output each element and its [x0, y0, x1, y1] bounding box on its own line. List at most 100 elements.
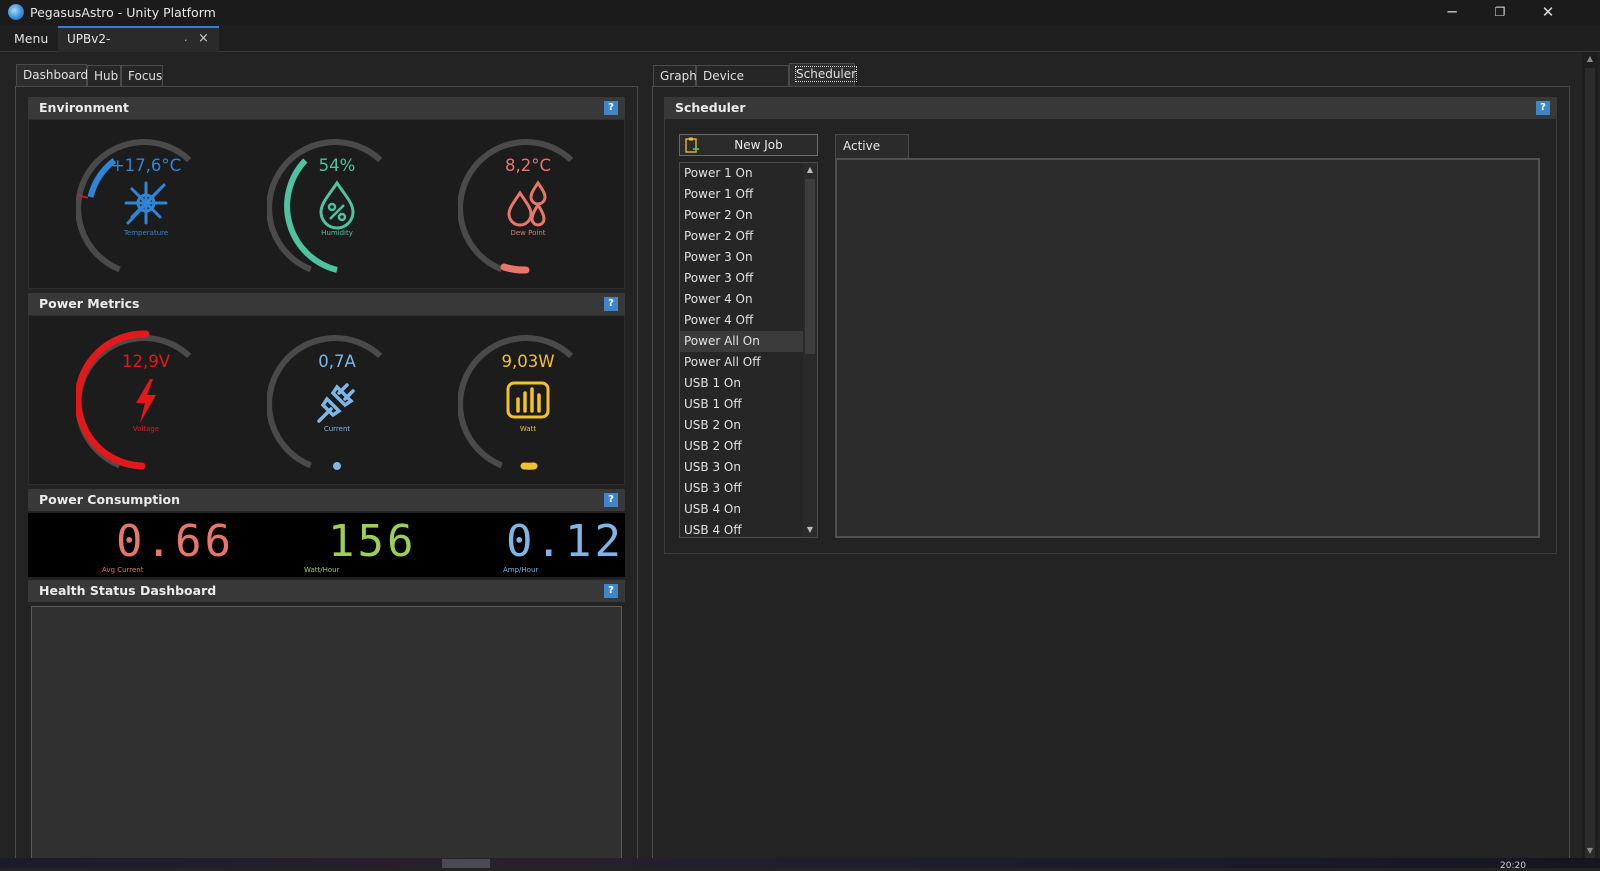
tab-graph[interactable]: Graph [653, 65, 697, 87]
main-scroll-up-arrow-icon[interactable]: ▲ [1583, 52, 1597, 66]
job-list-item[interactable]: Power 1 Off [680, 184, 803, 205]
job-list-item[interactable]: Power 1 On [680, 163, 803, 184]
watt-caption: Watt [519, 425, 537, 433]
power-consumption-display: 0.66 Avg Current 156 Watt/Hour 0.12 Amp/… [28, 513, 625, 577]
watt-hour-display: 156 [328, 516, 417, 567]
active-jobs-area [835, 158, 1540, 538]
new-job-label: New Job [734, 138, 783, 152]
tab-graph-label: Graph [660, 69, 697, 83]
job-list-item[interactable]: USB 2 On [680, 415, 803, 436]
job-list-item[interactable]: Power 3 On [680, 247, 803, 268]
tab-hub-label: Hub [94, 69, 119, 83]
scheduler-title: Scheduler [675, 100, 746, 115]
health-status-area [31, 606, 622, 868]
job-list-item[interactable]: Power All On [680, 331, 803, 352]
power-metrics-body: 12,9V Voltage 0,7A Current 9,03W Watt [28, 315, 625, 485]
document-tab-close-icon[interactable]: × [198, 31, 209, 46]
job-list-scrollbar[interactable]: ▲ ▼ [803, 163, 817, 537]
current-caption: Current [323, 425, 351, 433]
watt-gauge: 9,03W Watt [458, 330, 598, 470]
current-value: 0,7A [318, 352, 356, 371]
power-consumption-help-icon[interactable]: ? [604, 493, 618, 507]
main-scroll-down-arrow-icon[interactable]: ▼ [1583, 844, 1597, 858]
tab-device-settings[interactable]: Device Settings [696, 65, 789, 103]
job-list-item[interactable]: Power 2 Off [680, 226, 803, 247]
new-job-button[interactable]: New Job [679, 134, 818, 156]
tab-active-jobs[interactable]: Active Jobs [835, 134, 909, 175]
power-consumption-header: Power Consumption ? [28, 489, 625, 511]
tab-scheduler[interactable]: Scheduler [789, 63, 858, 86]
avg-current-display: 0.66 [116, 516, 234, 567]
power-metrics-help-icon[interactable]: ? [604, 297, 618, 311]
environment-body: +17,6°C Temperature 54% Humidity 8,2°C D… [28, 119, 625, 289]
menu-button[interactable]: Menu [6, 28, 56, 50]
title-bar: PegasusAstro - Unity Platform ─ ❐ ✕ [0, 0, 1600, 25]
document-tab[interactable]: UPBv2- . × [58, 26, 219, 52]
amp-hour-caption: Amp/Hour [503, 566, 539, 574]
scheduler-help-icon[interactable]: ? [1536, 101, 1550, 115]
job-list-item[interactable]: USB 1 On [680, 373, 803, 394]
watt-value: 9,03W [501, 352, 555, 371]
tab-dashboard[interactable]: Dashboard [16, 64, 89, 86]
scroll-up-arrow-icon[interactable]: ▲ [803, 163, 817, 177]
voltage-caption: Voltage [132, 425, 160, 433]
tab-hub[interactable]: Hub [87, 65, 121, 87]
humidity-drop-icon [319, 180, 355, 230]
voltage-gauge: 12,9V Voltage [76, 330, 216, 470]
taskbar-clock: 20:20 [1500, 861, 1526, 871]
job-list-item[interactable]: USB 3 On [680, 457, 803, 478]
dew-point-drops-icon [507, 180, 547, 227]
health-status-header: Health Status Dashboard ? [28, 580, 625, 602]
job-list-item[interactable]: USB 4 Off [680, 520, 803, 537]
dew-point-caption: Dew Point [510, 229, 546, 237]
environment-title: Environment [39, 100, 129, 115]
tab-focus-label: Focus [128, 69, 163, 83]
dew-point-gauge: 8,2°C Dew Point [458, 134, 598, 274]
amp-hour-display: 0.12 [506, 516, 624, 567]
health-status-help-icon[interactable]: ? [604, 584, 618, 598]
job-list-item[interactable]: USB 1 Off [680, 394, 803, 415]
power-consumption-title: Power Consumption [39, 492, 181, 507]
scheduler-header: Scheduler ? [664, 97, 1557, 119]
job-list-item[interactable]: Power All Off [680, 352, 803, 373]
tab-focus[interactable]: Focus [121, 65, 163, 87]
lightning-icon [136, 379, 156, 423]
current-gauge: 0,7A Current [267, 330, 407, 470]
health-status-title: Health Status Dashboard [39, 583, 217, 598]
environment-help-icon[interactable]: ? [604, 101, 618, 115]
scroll-down-arrow-icon[interactable]: ▼ [803, 523, 817, 537]
window-title: PegasusAstro - Unity Platform [30, 5, 216, 20]
taskbar-app-item[interactable] [442, 859, 490, 868]
avg-current-caption: Avg Current [102, 566, 144, 574]
job-list-item[interactable]: Power 4 On [680, 289, 803, 310]
job-list-scroll-thumb[interactable] [805, 179, 815, 354]
job-list[interactable]: Power 1 On Power 1 Off Power 2 On Power 2 O… [679, 162, 818, 538]
restore-button[interactable]: ❐ [1477, 0, 1523, 25]
temperature-icon [124, 181, 168, 225]
main-scroll-thumb[interactable] [1585, 68, 1595, 858]
job-list-item[interactable]: USB 2 Off [680, 436, 803, 457]
tab-dashboard-label: Dashboard [23, 68, 89, 82]
temperature-value: +17,6°C [110, 156, 182, 175]
job-list-item[interactable]: Power 3 Off [680, 268, 803, 289]
job-list-item[interactable]: USB 3 Off [680, 478, 803, 499]
minimize-button[interactable]: ─ [1429, 0, 1475, 25]
environment-header: Environment ? [28, 97, 625, 119]
watt-hour-caption: Watt/Hour [304, 566, 340, 574]
job-list-item[interactable]: Power 2 On [680, 205, 803, 226]
humidity-value: 54% [318, 156, 356, 175]
temperature-gauge: +17,6°C Temperature [76, 134, 216, 274]
main-scrollbar[interactable]: ▲ ▼ [1582, 52, 1598, 858]
humidity-caption: Humidity [321, 229, 353, 237]
menu-bar: Menu UPBv2- . × [0, 25, 1600, 52]
humidity-gauge: 54% Humidity [267, 134, 407, 274]
voltage-value: 12,9V [121, 352, 171, 371]
job-list-item[interactable]: USB 4 On [680, 499, 803, 520]
app-logo-icon [8, 4, 24, 20]
taskbar [0, 858, 1600, 868]
job-list-item[interactable]: Power 4 Off [680, 310, 803, 331]
document-tab-label: UPBv2- [67, 32, 111, 46]
temperature-caption: Temperature [123, 229, 169, 237]
close-button[interactable]: ✕ [1525, 0, 1571, 25]
bar-chart-icon [506, 381, 550, 419]
